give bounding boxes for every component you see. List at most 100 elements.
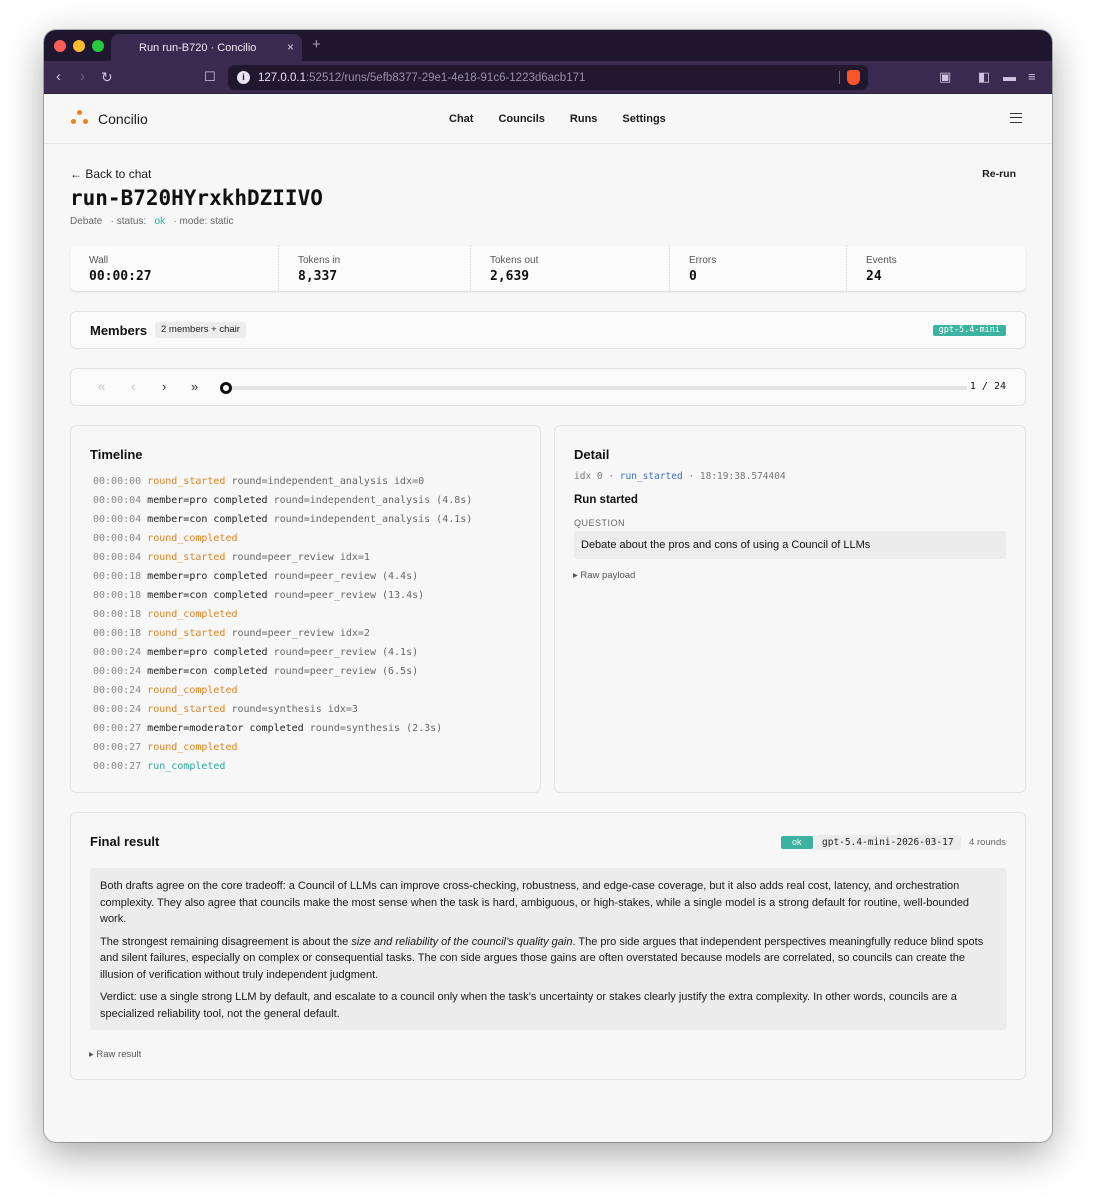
- timeline-event-row[interactable]: 00:00:24 member=pro completed round=peer_…: [93, 647, 472, 666]
- forward-arrow-icon[interactable]: ›: [80, 68, 85, 86]
- timeline-event-row[interactable]: 00:00:04 member=con completed round=indep…: [93, 514, 472, 533]
- run-meta: Debate · status: ok · mode: static: [70, 216, 233, 227]
- back-to-chat-link[interactable]: ← Back to chat: [70, 167, 151, 181]
- timeline-event-row[interactable]: 00:00:00 round_started round=independent_…: [93, 476, 472, 495]
- bookmark-icon[interactable]: ☐: [204, 68, 216, 86]
- event-details: round=peer_review (4.4s): [267, 571, 419, 582]
- minimize-window-button[interactable]: [73, 40, 85, 52]
- event-name: run_completed: [147, 761, 226, 772]
- stat-wall: Wall 00:00:27: [70, 246, 279, 291]
- stat-events: Events 24: [847, 246, 1026, 291]
- timeline-event-row[interactable]: 00:00:27 round_completed: [93, 742, 472, 761]
- reader-mode-icon[interactable]: ▬: [1003, 69, 1016, 84]
- browser-menu-icon[interactable]: ≡: [1028, 69, 1036, 84]
- url-host: 127.0.0.1: [258, 71, 306, 84]
- stat-value: 2,639: [490, 269, 530, 284]
- timeline-event-row[interactable]: 00:00:27 run_completed: [93, 761, 472, 780]
- timeline-event-row[interactable]: 00:00:18 round_started round=peer_review …: [93, 628, 472, 647]
- model-badge: gpt-5.4-mini: [932, 325, 1006, 336]
- timeline-event-row[interactable]: 00:00:18 member=con completed round=peer_…: [93, 590, 472, 609]
- event-details: round=synthesis (2.3s): [303, 723, 443, 734]
- site-info-icon[interactable]: i: [237, 71, 250, 84]
- stats-bar: Wall 00:00:27 Tokens in 8,337 Tokens out…: [70, 246, 1026, 291]
- detail-time: · 18:19:38.574404: [688, 471, 786, 482]
- concilio-logo-icon[interactable]: [71, 110, 89, 126]
- event-details: round=independent_analysis (4.8s): [267, 495, 473, 506]
- event-details: round=synthesis idx=3: [225, 704, 358, 715]
- timeline-event-row[interactable]: 00:00:24 round_completed: [93, 685, 472, 704]
- timeline-list: 00:00:00 round_started round=independent_…: [93, 476, 472, 780]
- reload-icon[interactable]: ↻: [101, 68, 113, 86]
- event-counter: 1 / 24: [969, 381, 1006, 392]
- detail-panel: Detail idx 0 · run_started · 18:19:38.57…: [554, 425, 1026, 793]
- timeline-event-row[interactable]: 00:00:27 member=moderator completed round…: [93, 723, 472, 742]
- maximize-window-button[interactable]: [92, 40, 104, 52]
- raw-payload-toggle[interactable]: ▸ Raw payload: [573, 570, 635, 581]
- event-timestamp: 00:00:27: [93, 723, 142, 734]
- replay-slider-thumb[interactable]: [220, 382, 232, 394]
- stat-label: Tokens out: [490, 255, 539, 266]
- members-panel[interactable]: Members 2 members + chair gpt-5.4-mini: [70, 311, 1026, 349]
- timeline-event-row[interactable]: 00:00:04 member=pro completed round=indep…: [93, 495, 472, 514]
- timeline-panel: Timeline 00:00:00 round_started round=ind…: [70, 425, 541, 793]
- event-details: round=independent_analysis idx=0: [225, 476, 425, 487]
- timeline-event-row[interactable]: 00:00:24 member=con completed round=peer_…: [93, 666, 472, 685]
- raw-result-toggle[interactable]: ▸ Raw result: [89, 1049, 141, 1060]
- first-event-icon[interactable]: «: [98, 379, 105, 395]
- event-member: member=pro completed: [147, 495, 268, 506]
- timeline-event-row[interactable]: 00:00:18 round_completed: [93, 609, 472, 628]
- event-name: round_completed: [147, 685, 238, 696]
- tab-close-icon[interactable]: ×: [287, 40, 294, 54]
- timeline-event-row[interactable]: 00:00:18 member=pro completed round=peer_…: [93, 571, 472, 590]
- last-event-icon[interactable]: »: [191, 379, 198, 395]
- detail-idx: idx 0 ·: [574, 471, 615, 482]
- replay-player: « ‹ › » 1 / 24: [70, 368, 1026, 406]
- tab-title: Run run-B720 · Concilio: [139, 41, 257, 54]
- browser-tab[interactable]: Run run-B720 · Concilio ×: [111, 34, 302, 61]
- brave-shield-icon[interactable]: [847, 70, 860, 85]
- event-details: round=peer_review (4.1s): [267, 647, 419, 658]
- stat-value: 8,337: [298, 269, 338, 284]
- rerun-button[interactable]: Re-run: [982, 168, 1016, 180]
- final-model-badge: gpt-5.4-mini-2026-03-17: [815, 835, 961, 850]
- close-window-button[interactable]: [54, 40, 66, 52]
- app-header: Concilio Chat Councils Runs Settings: [44, 94, 1052, 144]
- members-title: Members: [90, 323, 148, 338]
- back-arrow-icon[interactable]: ‹: [56, 68, 61, 86]
- nav-settings[interactable]: Settings: [622, 113, 665, 125]
- hamburger-menu-icon[interactable]: [1010, 113, 1022, 123]
- final-result-title: Final result: [90, 834, 160, 849]
- nav-chat[interactable]: Chat: [449, 113, 473, 125]
- nav-runs[interactable]: Runs: [570, 113, 598, 125]
- nav-councils[interactable]: Councils: [498, 113, 544, 125]
- browser-toolbar: ‹ › ↻ ☐ i 127.0.0.1:52512/runs/5efb8377-…: [44, 61, 1052, 94]
- url-path: :52512/runs/5efb8377-29e1-4e18-91c6-1223…: [305, 71, 586, 84]
- event-details: round=peer_review idx=2: [225, 628, 370, 639]
- next-event-icon[interactable]: ›: [162, 379, 166, 395]
- new-tab-button[interactable]: +: [312, 36, 321, 53]
- brand-name[interactable]: Concilio: [98, 111, 148, 127]
- event-name: round_started: [147, 552, 226, 563]
- stat-tokens-out: Tokens out 2,639: [471, 246, 670, 291]
- app-content: Concilio Chat Councils Runs Settings ← B…: [44, 94, 1052, 1142]
- stat-tokens-in: Tokens in 8,337: [279, 246, 471, 291]
- stat-value: 0: [689, 269, 697, 284]
- sidebar-icon[interactable]: ◧: [978, 69, 990, 85]
- screenshot-icon[interactable]: ▣: [939, 69, 951, 85]
- stat-label: Tokens in: [298, 255, 341, 266]
- event-timestamp: 00:00:24: [93, 704, 142, 715]
- address-bar[interactable]: i 127.0.0.1:52512/runs/5efb8377-29e1-4e1…: [228, 65, 868, 90]
- timeline-event-row[interactable]: 00:00:04 round_completed: [93, 533, 472, 552]
- previous-event-icon[interactable]: ‹: [131, 379, 135, 395]
- timeline-event-row[interactable]: 00:00:24 round_started round=synthesis id…: [93, 704, 472, 723]
- timeline-event-row[interactable]: 00:00:04 round_started round=peer_review …: [93, 552, 472, 571]
- event-timestamp: 00:00:18: [93, 628, 142, 639]
- url-divider: [839, 71, 840, 84]
- event-timestamp: 00:00:18: [93, 590, 142, 601]
- browser-window: Run run-B720 · Concilio × + ‹ › ↻ ☐ i 12…: [44, 30, 1052, 1142]
- event-timestamp: 00:00:27: [93, 742, 142, 753]
- replay-slider[interactable]: [225, 386, 967, 390]
- run-type: Debate: [70, 216, 103, 227]
- event-timestamp: 00:00:24: [93, 647, 142, 658]
- final-paragraph-1: Both drafts agree on the core tradeoff: …: [100, 880, 970, 925]
